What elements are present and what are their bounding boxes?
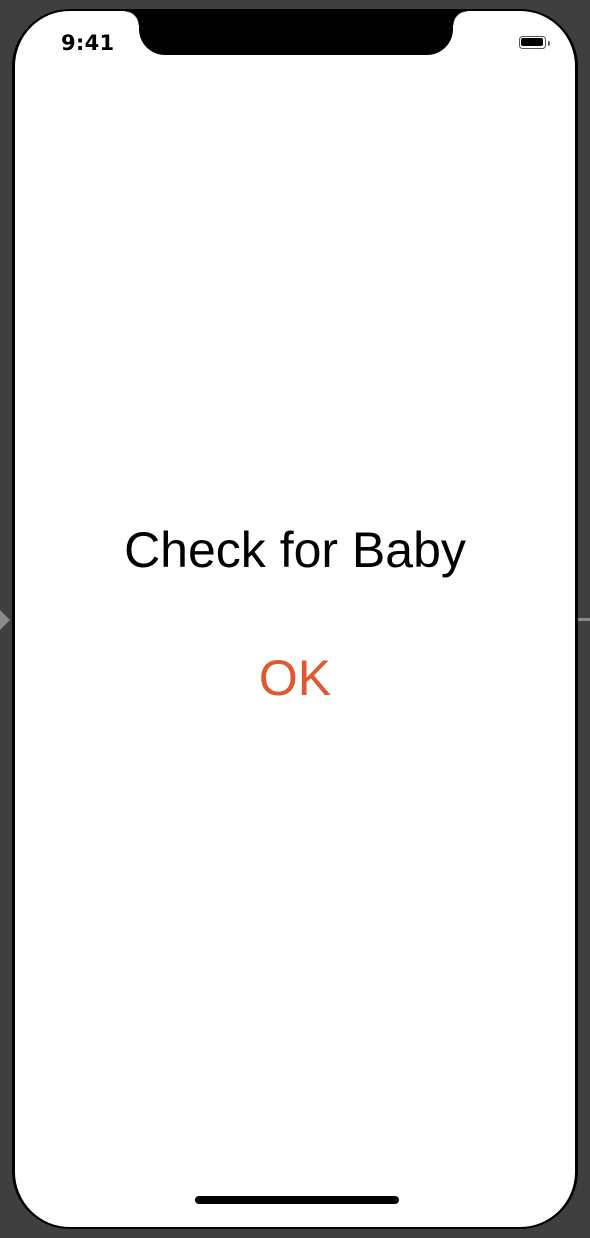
notch [125,11,467,55]
right-edge-marker [576,618,590,621]
left-edge-marker [0,610,10,630]
ok-button[interactable]: OK [215,643,375,713]
battery-full-icon [519,36,550,50]
simulator-canvas: 9:41 Check for Baby OK [0,0,590,1238]
page-title: Check for Baby [124,522,466,578]
battery-cap [548,40,550,46]
status-bar-time: 9:41 [61,31,115,55]
battery-fill [520,37,543,46]
home-indicator[interactable] [195,1196,399,1204]
phone-screen: 9:41 Check for Baby OK [15,11,575,1227]
